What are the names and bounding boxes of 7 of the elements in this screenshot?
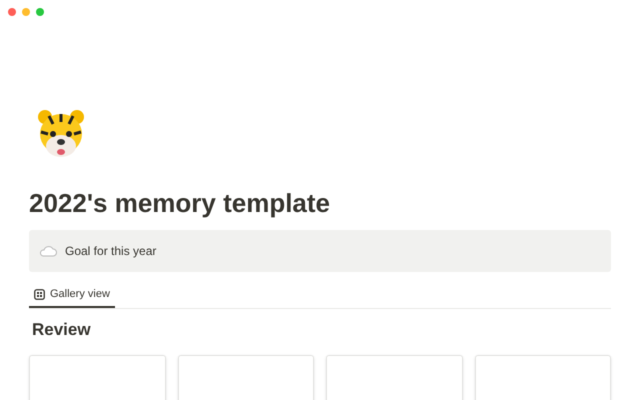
grid-icon <box>34 288 45 300</box>
page-title: 2022's memory template <box>29 187 330 220</box>
tiger-face-icon <box>35 108 87 160</box>
callout-text: Goal for this year <box>65 243 156 260</box>
cloud-icon <box>39 245 57 257</box>
view-tab[interactable]: Gallery view <box>29 282 115 308</box>
section-heading: Review <box>32 319 91 341</box>
